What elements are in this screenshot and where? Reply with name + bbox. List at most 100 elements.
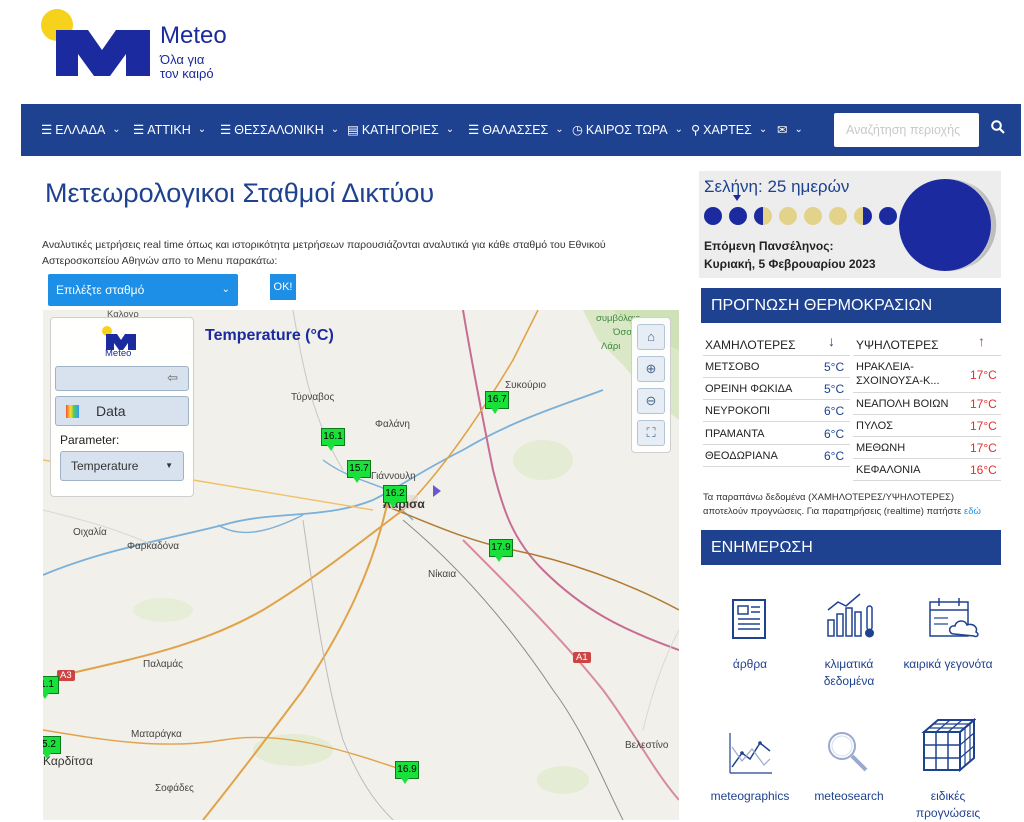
station-marker[interactable]: 16.1 (321, 428, 345, 451)
divider (703, 444, 850, 445)
station-marker[interactable]: 1.1 (43, 676, 59, 699)
station-marker[interactable]: 5.2 (43, 736, 61, 759)
chevron-down-icon: ⌄ (197, 124, 207, 135)
nav-item-contact[interactable]: ✉ ⌄ (777, 104, 803, 156)
station-marker[interactable]: 16.2 (383, 485, 407, 508)
home-icon[interactable]: ⌂ (637, 324, 665, 350)
chevron-down-icon: ⌄ (112, 124, 121, 135)
moon-phase-marker (733, 195, 741, 201)
list-icon: ☰ (468, 123, 480, 137)
climate-data-icon[interactable] (826, 592, 878, 640)
fullscreen-icon[interactable]: ⛶ (637, 420, 665, 446)
next-full-moon-label: Επόμενη Πανσέληνος: (704, 239, 834, 253)
search-input[interactable] (834, 113, 979, 147)
station-select-label: Επιλέξτε σταθμό (56, 283, 145, 297)
station-marker[interactable]: 15.7 (347, 460, 371, 483)
low-temp: 5°C (824, 382, 845, 396)
meteographics-icon[interactable] (728, 731, 774, 775)
nav-label: ΕΛΛΑΔΑ (55, 123, 106, 137)
divider (703, 466, 850, 467)
high-place-cont: ΣΧΟΙΝΟΥΣΑ-Κ... (856, 375, 940, 387)
chevron-down-icon: ⌄ (330, 124, 340, 135)
high-temp: 16°C (970, 463, 997, 477)
arrow-down-icon: ↓ (828, 333, 835, 349)
nav-label: ΘΑΛΑΣΣΕΣ (482, 123, 549, 137)
station-marker[interactable]: 17.9 (489, 539, 513, 562)
nav-item-thessaloniki[interactable]: ☰ ΘΕΣΣΑΛΟΝΙΚΗ ⌄ (220, 104, 339, 156)
chevron-down-icon: ⌄ (445, 124, 455, 135)
tile-meteographics[interactable]: meteographics (695, 788, 805, 805)
map-label-velestino: Βελεστίνο (625, 740, 669, 751)
zoom-in-icon[interactable]: ⊕ (637, 356, 665, 382)
chevron-down-icon: ⌄ (758, 124, 768, 135)
tile-articles[interactable]: άρθρα (695, 656, 805, 673)
next-full-moon-date: Κυριακή, 5 Φεβρουαρίου 2023 (704, 257, 876, 271)
map-label-osso: Όσσ (613, 327, 633, 338)
nav-item-categories[interactable]: ▤ ΚΑΤΗΓΟΡΙΕΣ ⌄ (347, 104, 454, 156)
tile-special-forecasts[interactable]: ειδικές προγνώσεις (893, 788, 1003, 822)
cube-grid-icon[interactable] (920, 718, 976, 774)
station-marker[interactable]: 16.9 (395, 761, 419, 784)
tile-weather-events[interactable]: καιρικά γεγονότα (893, 656, 1003, 673)
map-label-a1: A1 (573, 652, 591, 663)
magnifier-icon[interactable] (826, 730, 870, 774)
low-temp: 6°C (824, 427, 845, 441)
chevron-down-icon: ⌄ (555, 124, 564, 135)
low-temps-header: ΧΑΜΗΛΟΤΕΡΕΣ (705, 338, 796, 352)
divider (853, 355, 1001, 356)
forecast-note-text: αποτελούν προγνώσεις. Για παρατηρήσεις (… (703, 506, 964, 517)
station-marker[interactable]: 16.7 (485, 391, 509, 414)
station-select[interactable]: Επιλέξτε σταθμό ⌄ (48, 274, 238, 306)
low-place: ΜΕΤΣΟΒΟ (705, 361, 760, 373)
high-place: ΜΕΘΩΝΗ (856, 442, 906, 454)
divider (703, 377, 850, 378)
high-temp: 17°C (970, 368, 997, 382)
divider (853, 436, 1001, 437)
panel-back-button[interactable]: ⇦ (55, 366, 189, 391)
divider (853, 392, 1001, 393)
nav-item-weather-now[interactable]: ◷ ΚΑΙΡΟΣ ΤΩΡΑ ⌄ (572, 104, 683, 156)
low-place: ΟΡΕΙΝΗ ΦΩΚΙΔΑ (705, 383, 793, 395)
calendar-cloud-icon[interactable] (928, 596, 982, 640)
realtime-link[interactable]: εδώ (964, 506, 981, 517)
moon-icon (899, 179, 997, 271)
tile-meteosearch[interactable]: meteosearch (794, 788, 904, 805)
low-place: ΠΡΑΜΑΝΤΑ (705, 428, 765, 440)
low-temp: 6°C (824, 404, 845, 418)
nav-item-greece[interactable]: ☰ ΕΛΛΑΔΑ ⌄ (41, 104, 121, 156)
site-header: Meteo Όλα για τον καιρό (0, 0, 1024, 104)
moon-phase-icon (754, 207, 772, 225)
nav-item-attiki[interactable]: ☰ ΑΤΤΙΚΗ ⌄ (133, 104, 206, 156)
envelope-icon: ✉ (777, 123, 788, 137)
moon-phase-icon (729, 207, 747, 225)
map-title: Temperature (°C) (205, 327, 334, 344)
moon-phase-icon (704, 207, 722, 225)
data-button[interactable]: Data (55, 396, 189, 426)
zoom-out-icon[interactable]: ⊖ (637, 388, 665, 414)
map-label-giannouli: Γιάννουλη (371, 471, 416, 482)
map-label-a3: A3 (57, 670, 75, 681)
ok-button[interactable]: OK! (270, 274, 296, 300)
article-icon[interactable] (731, 598, 769, 640)
high-temps-header: ΥΨΗΛΟΤΕΡΕΣ (856, 338, 939, 352)
forecast-header: ΠΡΟΓΝΩΣΗ ΘΕΡΜΟΚΡΑΣΙΩΝ (701, 288, 1001, 323)
nav-label: ΘΕΣΣΑΛΟΝΙΚΗ (234, 123, 324, 137)
map-control-panel: Meteo ⇦ Data Parameter: Temperature ▼ (50, 317, 194, 497)
tile-climate-data[interactable]: κλιματικά δεδομένα (794, 656, 904, 690)
search-icon[interactable] (984, 116, 1012, 144)
list-icon: ☰ (41, 123, 53, 137)
nav-item-seas[interactable]: ☰ ΘΑΛΑΣΣΕΣ ⌄ (468, 104, 564, 156)
divider (853, 458, 1001, 459)
low-place: ΝΕΥΡΟΚΟΠΙ (705, 405, 771, 417)
brand-tagline-1: Όλα για (160, 52, 205, 67)
card-icon: ▤ (347, 123, 359, 137)
tile-label: meteosearch (814, 789, 884, 803)
divider (703, 399, 850, 400)
parameter-dropdown[interactable]: Temperature ▼ (60, 451, 184, 481)
nav-label: ΚΑΤΗΓΟΡΙΕΣ (361, 123, 439, 137)
moon-phase-icon (829, 207, 847, 225)
stations-map[interactable]: Temperature (°C) Καλογρ συμβόλαιο Όσσ Λά… (43, 310, 679, 820)
nav-item-maps[interactable]: ⚲ ΧΑΡΤΕΣ ⌄ (691, 104, 767, 156)
map-label-sykourio: Συκούριο (505, 380, 547, 391)
divider (853, 480, 1001, 481)
